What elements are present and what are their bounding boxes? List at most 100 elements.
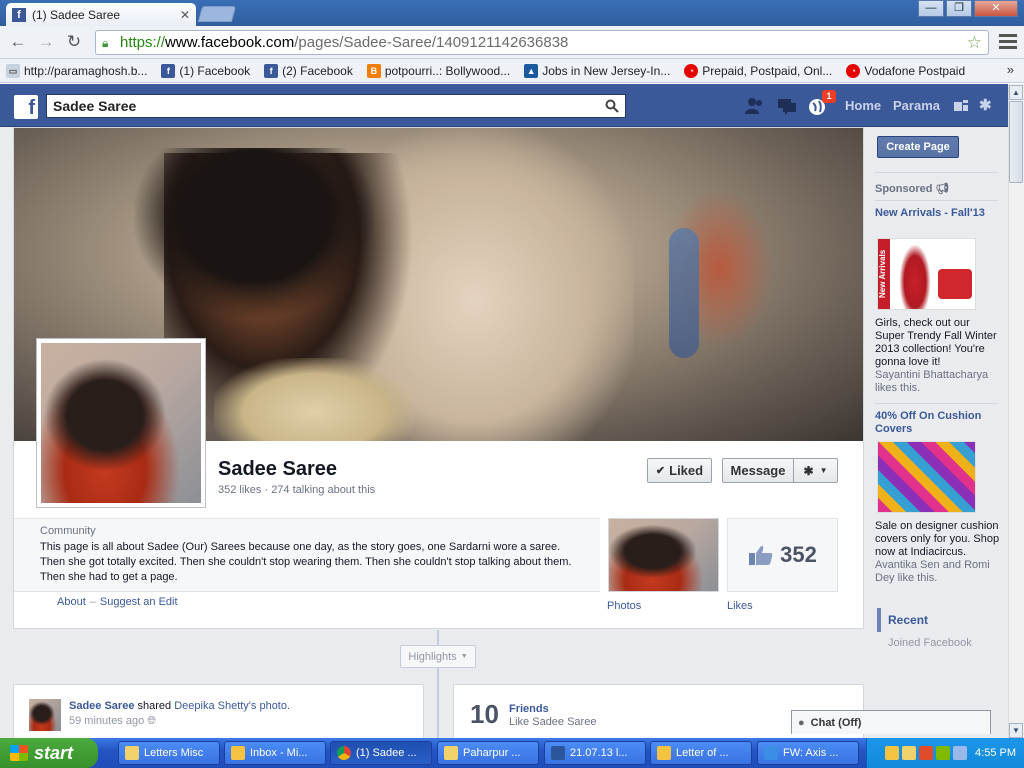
ad-title[interactable]: 40% Off On Cushion Covers bbox=[875, 410, 995, 436]
megaphone-icon: 📢︎ bbox=[935, 183, 950, 195]
photos-thumbnail[interactable] bbox=[608, 518, 719, 592]
tray-antivirus-icon[interactable] bbox=[919, 746, 934, 760]
facebook-search-input[interactable]: Sadee Saree bbox=[46, 94, 626, 118]
ad-image[interactable] bbox=[877, 441, 976, 513]
sponsored-heading[interactable]: Sponsored 📢︎ bbox=[875, 182, 949, 195]
avatar[interactable] bbox=[29, 699, 61, 731]
profile-picture[interactable] bbox=[36, 338, 206, 508]
facebook-favicon-icon: f bbox=[12, 7, 26, 22]
page-title[interactable]: Sadee Saree bbox=[218, 458, 337, 481]
folder-icon bbox=[125, 746, 139, 760]
restore-icon[interactable]: ❐ bbox=[946, 0, 972, 17]
friend-requests-icon[interactable] bbox=[745, 97, 765, 115]
generic-page-icon: ▭ bbox=[6, 63, 20, 78]
highlights-dropdown[interactable]: Highlights ▼ bbox=[400, 645, 476, 668]
minimize-icon[interactable]: — bbox=[918, 0, 944, 17]
scroll-down-icon[interactable]: ▼ bbox=[1009, 723, 1023, 738]
messages-icon[interactable] bbox=[777, 97, 797, 115]
bookmark-item[interactable]: f (1) Facebook bbox=[161, 63, 250, 78]
address-bar[interactable]: 🔒︎ https://www.facebook.com/pages/Sadee-… bbox=[95, 30, 989, 55]
timeline-nav-recent[interactable]: Recent bbox=[888, 613, 928, 627]
scroll-thumb[interactable] bbox=[1009, 101, 1023, 183]
window-close-icon[interactable]: ✕ bbox=[974, 0, 1018, 17]
create-page-button[interactable]: Create Page bbox=[877, 136, 959, 158]
suggest-edit-link[interactable]: Suggest an Edit bbox=[100, 596, 178, 608]
facebook-logo-icon[interactable]: f bbox=[14, 95, 38, 119]
bookmark-item[interactable]: ◔ Prepaid, Postpaid, Onl... bbox=[684, 63, 832, 78]
page-description: This page is all about Sadee (Our) Saree… bbox=[40, 541, 572, 583]
taskbar-item[interactable]: Letter of ... bbox=[650, 741, 752, 765]
forward-arrow-icon[interactable]: → bbox=[36, 33, 56, 51]
search-icon[interactable] bbox=[605, 99, 619, 113]
privacy-shortcuts-icon[interactable] bbox=[952, 97, 970, 115]
friends-count: 10 bbox=[470, 699, 499, 729]
word-icon bbox=[551, 746, 565, 760]
photos-link[interactable]: Photos bbox=[607, 600, 641, 612]
bookmarks-overflow-icon[interactable]: » bbox=[1007, 62, 1014, 77]
chat-status-icon: ● bbox=[798, 716, 805, 729]
tray-mail-icon[interactable] bbox=[885, 746, 900, 760]
tab-title: (1) Sadee Saree bbox=[32, 7, 121, 22]
divider bbox=[875, 200, 998, 201]
bookmark-item[interactable]: ◔ Vodafone Postpaid bbox=[846, 63, 965, 78]
blogger-icon: B bbox=[366, 63, 381, 78]
link-separator: – bbox=[89, 596, 96, 608]
likes-box[interactable]: 352 bbox=[727, 518, 838, 592]
bookmark-star-icon[interactable]: ☆ bbox=[967, 33, 982, 53]
taskbar-item[interactable]: FW: Axis ... bbox=[757, 741, 859, 765]
bookmark-item[interactable]: ▲ Jobs in New Jersey-In... bbox=[524, 63, 670, 78]
chevron-down-icon: ▼ bbox=[460, 653, 468, 660]
folder-icon bbox=[444, 746, 458, 760]
tray-folder-icon[interactable] bbox=[902, 746, 917, 760]
story-headline: Sadee Saree shared Deepika Shetty's phot… bbox=[69, 700, 291, 712]
tray-volume-icon[interactable] bbox=[953, 746, 968, 760]
url-path: /pages/Sadee-Saree/1409121142636838 bbox=[294, 34, 569, 51]
profile-link[interactable]: Parama bbox=[893, 98, 940, 113]
vodafone-icon: ◔ bbox=[846, 63, 861, 78]
ad-text: Sale on designer cushion covers only for… bbox=[875, 520, 1000, 558]
ad-text: Girls, check out our Super Trendy Fall W… bbox=[875, 317, 997, 368]
story-actor[interactable]: Sadee Saree bbox=[69, 700, 134, 712]
start-button[interactable]: start bbox=[0, 738, 98, 768]
taskbar-item[interactable]: Paharpur ... bbox=[437, 741, 539, 765]
story-object-link[interactable]: Deepika Shetty's photo. bbox=[174, 700, 290, 712]
friends-link[interactable]: Friends bbox=[509, 703, 549, 715]
close-tab-icon[interactable]: ✕ bbox=[180, 8, 190, 22]
chat-bar[interactable]: ● Chat (Off) bbox=[791, 710, 991, 734]
taskbar-item[interactable]: Inbox - Mi... bbox=[224, 741, 326, 765]
windows-flag-icon bbox=[10, 745, 28, 761]
page-options-button[interactable]: ✱ ▼ bbox=[794, 458, 838, 483]
bookmark-item[interactable]: ▭ http://paramaghosh.b... bbox=[6, 63, 147, 78]
message-button[interactable]: Message bbox=[722, 458, 794, 483]
bookmark-item[interactable]: Bpotpourri..: Bollywood... bbox=[366, 63, 510, 78]
story-time[interactable]: 59 minutes ago 🌐︎ bbox=[69, 715, 156, 728]
bookmark-item[interactable]: f (2) Facebook bbox=[264, 63, 353, 78]
scroll-up-icon[interactable]: ▲ bbox=[1009, 85, 1023, 100]
browser-tab[interactable]: f (1) Sadee Saree ✕ bbox=[6, 3, 196, 26]
about-link[interactable]: About bbox=[57, 596, 86, 608]
bookmarks-bar: ▭ http://paramaghosh.b... f (1) Facebook f… bbox=[0, 59, 1024, 83]
jobs-icon: ▲ bbox=[524, 63, 539, 78]
ad-title[interactable]: New Arrivals - Fall'13 bbox=[875, 207, 995, 220]
new-tab-button[interactable] bbox=[197, 6, 237, 22]
home-link[interactable]: Home bbox=[845, 98, 881, 113]
tray-network-icon[interactable] bbox=[936, 746, 951, 760]
ad-image[interactable]: New Arrivals bbox=[877, 238, 976, 310]
clock[interactable]: 4:55 PM bbox=[975, 747, 1016, 759]
reload-icon[interactable]: ↻ bbox=[64, 33, 84, 51]
back-arrow-icon[interactable]: ← bbox=[8, 33, 28, 51]
divider bbox=[875, 403, 998, 404]
taskbar-item[interactable]: 21.07.13 l... bbox=[544, 741, 646, 765]
mail-icon bbox=[657, 746, 671, 760]
mail-icon bbox=[231, 746, 245, 760]
taskbar-item[interactable]: (1) Sadee ... bbox=[330, 741, 432, 765]
taskbar-item[interactable]: Letters Misc bbox=[118, 741, 220, 765]
timeline-nav-joined[interactable]: Joined Facebook bbox=[888, 637, 972, 649]
check-icon: ✔ bbox=[655, 465, 666, 477]
settings-gear-icon[interactable]: ✱ bbox=[979, 96, 992, 114]
liked-button[interactable]: ✔ Liked bbox=[647, 458, 712, 483]
chrome-icon bbox=[337, 746, 351, 760]
url-scheme: https:// bbox=[120, 34, 166, 51]
likes-link[interactable]: Likes bbox=[727, 600, 753, 612]
browser-menu-icon[interactable] bbox=[999, 34, 1017, 50]
